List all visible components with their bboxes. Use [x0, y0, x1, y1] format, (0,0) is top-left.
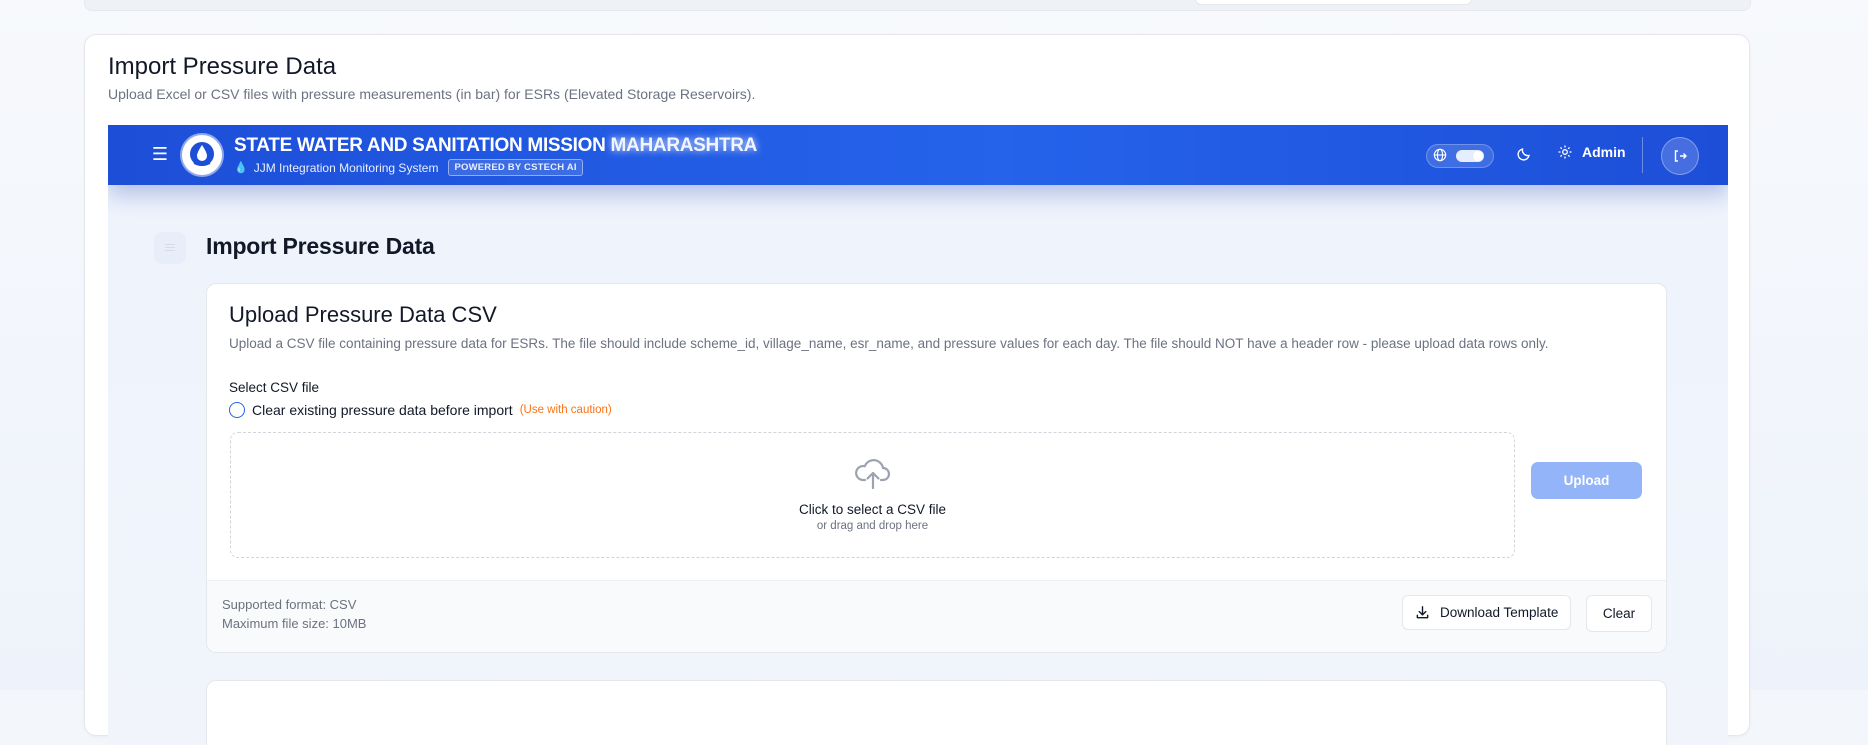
- upload-card: Upload Pressure Data CSV Upload a CSV fi…: [206, 283, 1667, 653]
- globe-icon: [1433, 148, 1447, 162]
- upload-cloud-icon: [855, 459, 891, 490]
- clear-existing-checkbox[interactable]: [229, 402, 245, 418]
- select-file-label: Select CSV file: [229, 380, 320, 395]
- water-drop-icon: 💧: [234, 162, 248, 174]
- caution-note: (Use with caution): [519, 404, 612, 416]
- download-icon: [1416, 606, 1429, 619]
- app-subtitle: JJM Integration Monitoring System: [253, 160, 439, 175]
- menu-icon[interactable]: ☰: [148, 142, 172, 166]
- logout-icon: [1674, 150, 1687, 162]
- admin-menu[interactable]: Admin: [1557, 144, 1626, 160]
- app-title-main: STATE WATER AND SANITATION MISSION: [234, 135, 611, 156]
- dropzone-secondary-text: or drag and drop here: [816, 520, 929, 532]
- app-subtitle-row: 💧 JJM Integration Monitoring System POWE…: [234, 159, 583, 176]
- upload-button[interactable]: Upload: [1531, 462, 1642, 499]
- app-title: STATE WATER AND SANITATION MISSION MAHAR…: [234, 135, 757, 157]
- clear-button[interactable]: Clear: [1586, 595, 1652, 632]
- file-dropzone[interactable]: Click to select a CSV file or drag and d…: [230, 432, 1515, 558]
- max-file-size-text: Maximum file size: 10MB: [222, 616, 367, 631]
- app-header: ☰ STATE WATER AND SANITATION MISSION MAH…: [108, 125, 1728, 185]
- embedded-app-frame: ☰ STATE WATER AND SANITATION MISSION MAH…: [108, 125, 1728, 745]
- previous-section-pill: [1195, 0, 1472, 5]
- download-template-label: Download Template: [1440, 605, 1559, 620]
- page-title: Import Pressure Data: [206, 233, 435, 259]
- logo: [182, 135, 222, 175]
- upload-card-description: Upload a CSV file containing pressure da…: [229, 336, 1549, 351]
- gear-icon: [1558, 145, 1572, 159]
- import-section-card: Import Pressure Data Upload Excel or CSV…: [84, 34, 1750, 745]
- download-template-button[interactable]: Download Template: [1402, 595, 1572, 630]
- language-switch[interactable]: [1456, 150, 1484, 162]
- admin-label: Admin: [1582, 144, 1626, 160]
- powered-by-badge: POWERED BY CSTECH AI: [448, 159, 583, 176]
- dropzone-primary-text: Click to select a CSV file: [798, 502, 947, 517]
- clear-existing-option[interactable]: Clear existing pressure data before impo…: [229, 402, 612, 418]
- supported-format-text: Supported format: CSV: [222, 597, 357, 612]
- logout-button[interactable]: [1661, 137, 1699, 175]
- clear-existing-label: Clear existing pressure data before impo…: [252, 402, 513, 418]
- header-divider: [1642, 137, 1643, 173]
- section-description: Upload Excel or CSV files with pressure …: [108, 86, 756, 102]
- app-title-highlight: MAHARASHTRA: [610, 135, 758, 156]
- section-title: Import Pressure Data: [108, 53, 337, 80]
- previous-section: [84, 0, 1751, 11]
- language-toggle[interactable]: [1426, 144, 1494, 168]
- upload-card-title: Upload Pressure Data CSV: [229, 302, 497, 327]
- moon-icon[interactable]: [1516, 146, 1532, 162]
- sidebar-toggle-ghost: [154, 232, 186, 264]
- upload-card-footer: Supported format: CSV Maximum file size:…: [207, 580, 1666, 652]
